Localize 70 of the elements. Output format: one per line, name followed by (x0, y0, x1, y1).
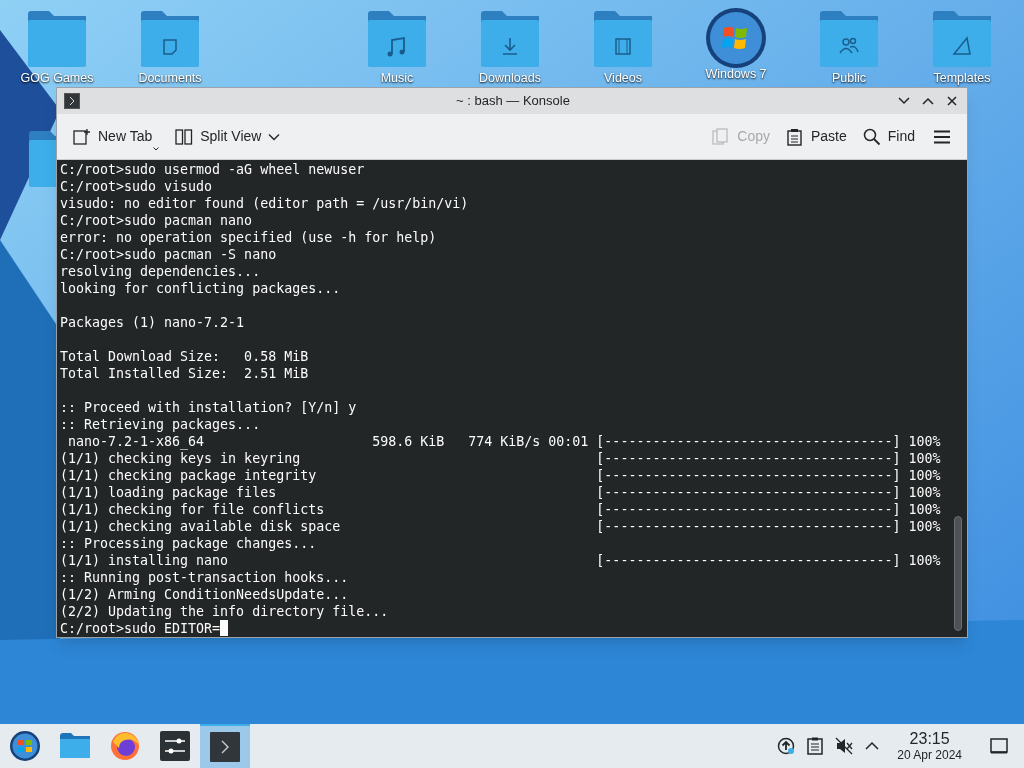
terminal-line: C:/root>sudo pacman -S nano (60, 246, 277, 263)
terminal-line: C:/root>sudo pacman nano (60, 212, 253, 229)
terminal-line: (1/1) installing nano [------------------------------------] 100% (60, 552, 941, 569)
search-icon (862, 127, 881, 146)
expand-tray-icon[interactable] (865, 741, 880, 751)
terminal-line: (2/2) Updating the info directory file... (60, 603, 389, 620)
paste-icon (785, 127, 804, 146)
terminal-line: (1/1) checking keys in keyring [------------------------------------] 100% (60, 450, 941, 467)
folder-icon[interactable] (27, 10, 87, 68)
terminal-line: (1/1) loading package files [------------------------------------] 100% (60, 484, 941, 501)
folder-icon[interactable] (28, 130, 56, 188)
terminal-line: C:/root>sudo EDITOR= (60, 620, 221, 637)
split-view-button[interactable]: Split View (171, 121, 285, 152)
copy-icon (712, 127, 731, 146)
documents-folder-icon[interactable] (140, 10, 200, 68)
terminal-icon (64, 93, 80, 109)
icon-label[interactable]: Windows 7 (705, 67, 767, 81)
split-view-icon (175, 127, 194, 146)
terminal-line: looking for conflicting packages... (60, 280, 341, 297)
terminal-line: nano-7.2-1-x86_64 598.6 KiB 774 KiB/s 00:01 [------------------------------------] 100% (67, 433, 941, 450)
terminal-line: :: Processing package changes... (60, 535, 317, 552)
caret-icon (153, 146, 160, 151)
paste-button[interactable]: Paste (781, 121, 851, 152)
chevron-up-icon (922, 97, 934, 105)
text-cursor (220, 620, 229, 636)
terminal-line: Total Installed Size: 2.51 MiB (60, 365, 309, 382)
clipboard-icon[interactable] (807, 737, 824, 755)
terminal-line: (1/2) Arming ConditionNeedsUpdate... (60, 586, 349, 603)
clock-date: 20 Apr 2024 (897, 749, 962, 761)
clock[interactable]: 23:15 20 Apr 2024 (897, 731, 962, 761)
terminal-line: resolving dependencies... (60, 263, 261, 280)
sliders-icon (159, 730, 191, 762)
chevron-down-icon (268, 132, 281, 141)
icon-label[interactable]: Downloads (479, 71, 541, 85)
terminal-icon (209, 731, 241, 763)
browser-icon (109, 730, 141, 762)
icon-label[interactable]: Documents (138, 71, 202, 85)
terminal-line: :: Running post-transaction hooks... (60, 569, 349, 586)
window-title: ~ : bash — Konsole (456, 92, 570, 111)
clock-time: 23:15 (909, 731, 950, 747)
scrollbar-thumb[interactable] (954, 516, 962, 631)
start-menu-icon (9, 730, 41, 762)
close-icon (947, 96, 957, 106)
find-button[interactable]: Find (858, 121, 919, 152)
icon-label[interactable]: Public (831, 71, 866, 85)
terminal-line: visudo: no editor found (editor path = /usr/bin/vi) (60, 195, 469, 212)
icon-label[interactable]: Videos (604, 71, 642, 85)
muted-speaker-icon[interactable] (835, 737, 854, 755)
terminal-line: (1/1) checking available disk space [------------------------------------] 100% (60, 518, 941, 535)
chevron-down-icon (898, 97, 910, 105)
update-icon[interactable] (777, 737, 796, 755)
terminal-line: :: Proceed with installation? [Y/n] y (60, 399, 357, 416)
terminal-line: :: Retrieving packages... (60, 416, 261, 433)
terminal-line: C:/root>sudo visudo (60, 178, 213, 195)
terminal-line: C:/root>sudo usermod -aG wheel newuser (60, 161, 365, 178)
new-tab-icon (73, 127, 91, 146)
show-desktop-icon[interactable] (990, 738, 1008, 754)
terminal-line: (1/1) checking for file conflicts [------------------------------------] 100% (60, 501, 941, 518)
terminal-line: (1/1) checking package integrity [------------------------------------] 100% (60, 467, 941, 484)
terminal-line: error: no operation specified (use -h for help) (60, 229, 437, 246)
videos-folder-icon[interactable] (593, 10, 653, 68)
menu-icon (933, 129, 951, 144)
taskbar-app[interactable] (200, 724, 250, 768)
icon-label[interactable]: Templates (933, 71, 991, 85)
icon-label[interactable]: Music (380, 71, 414, 85)
new-tab-button[interactable]: New Tab (69, 121, 164, 152)
music-folder-icon[interactable] (367, 10, 427, 68)
terminal-line: Packages (1) nano-7.2-1 (60, 314, 245, 331)
terminal-line: Total Download Size: 0.58 MiB (60, 348, 309, 365)
windows-orb-icon[interactable] (704, 6, 768, 70)
